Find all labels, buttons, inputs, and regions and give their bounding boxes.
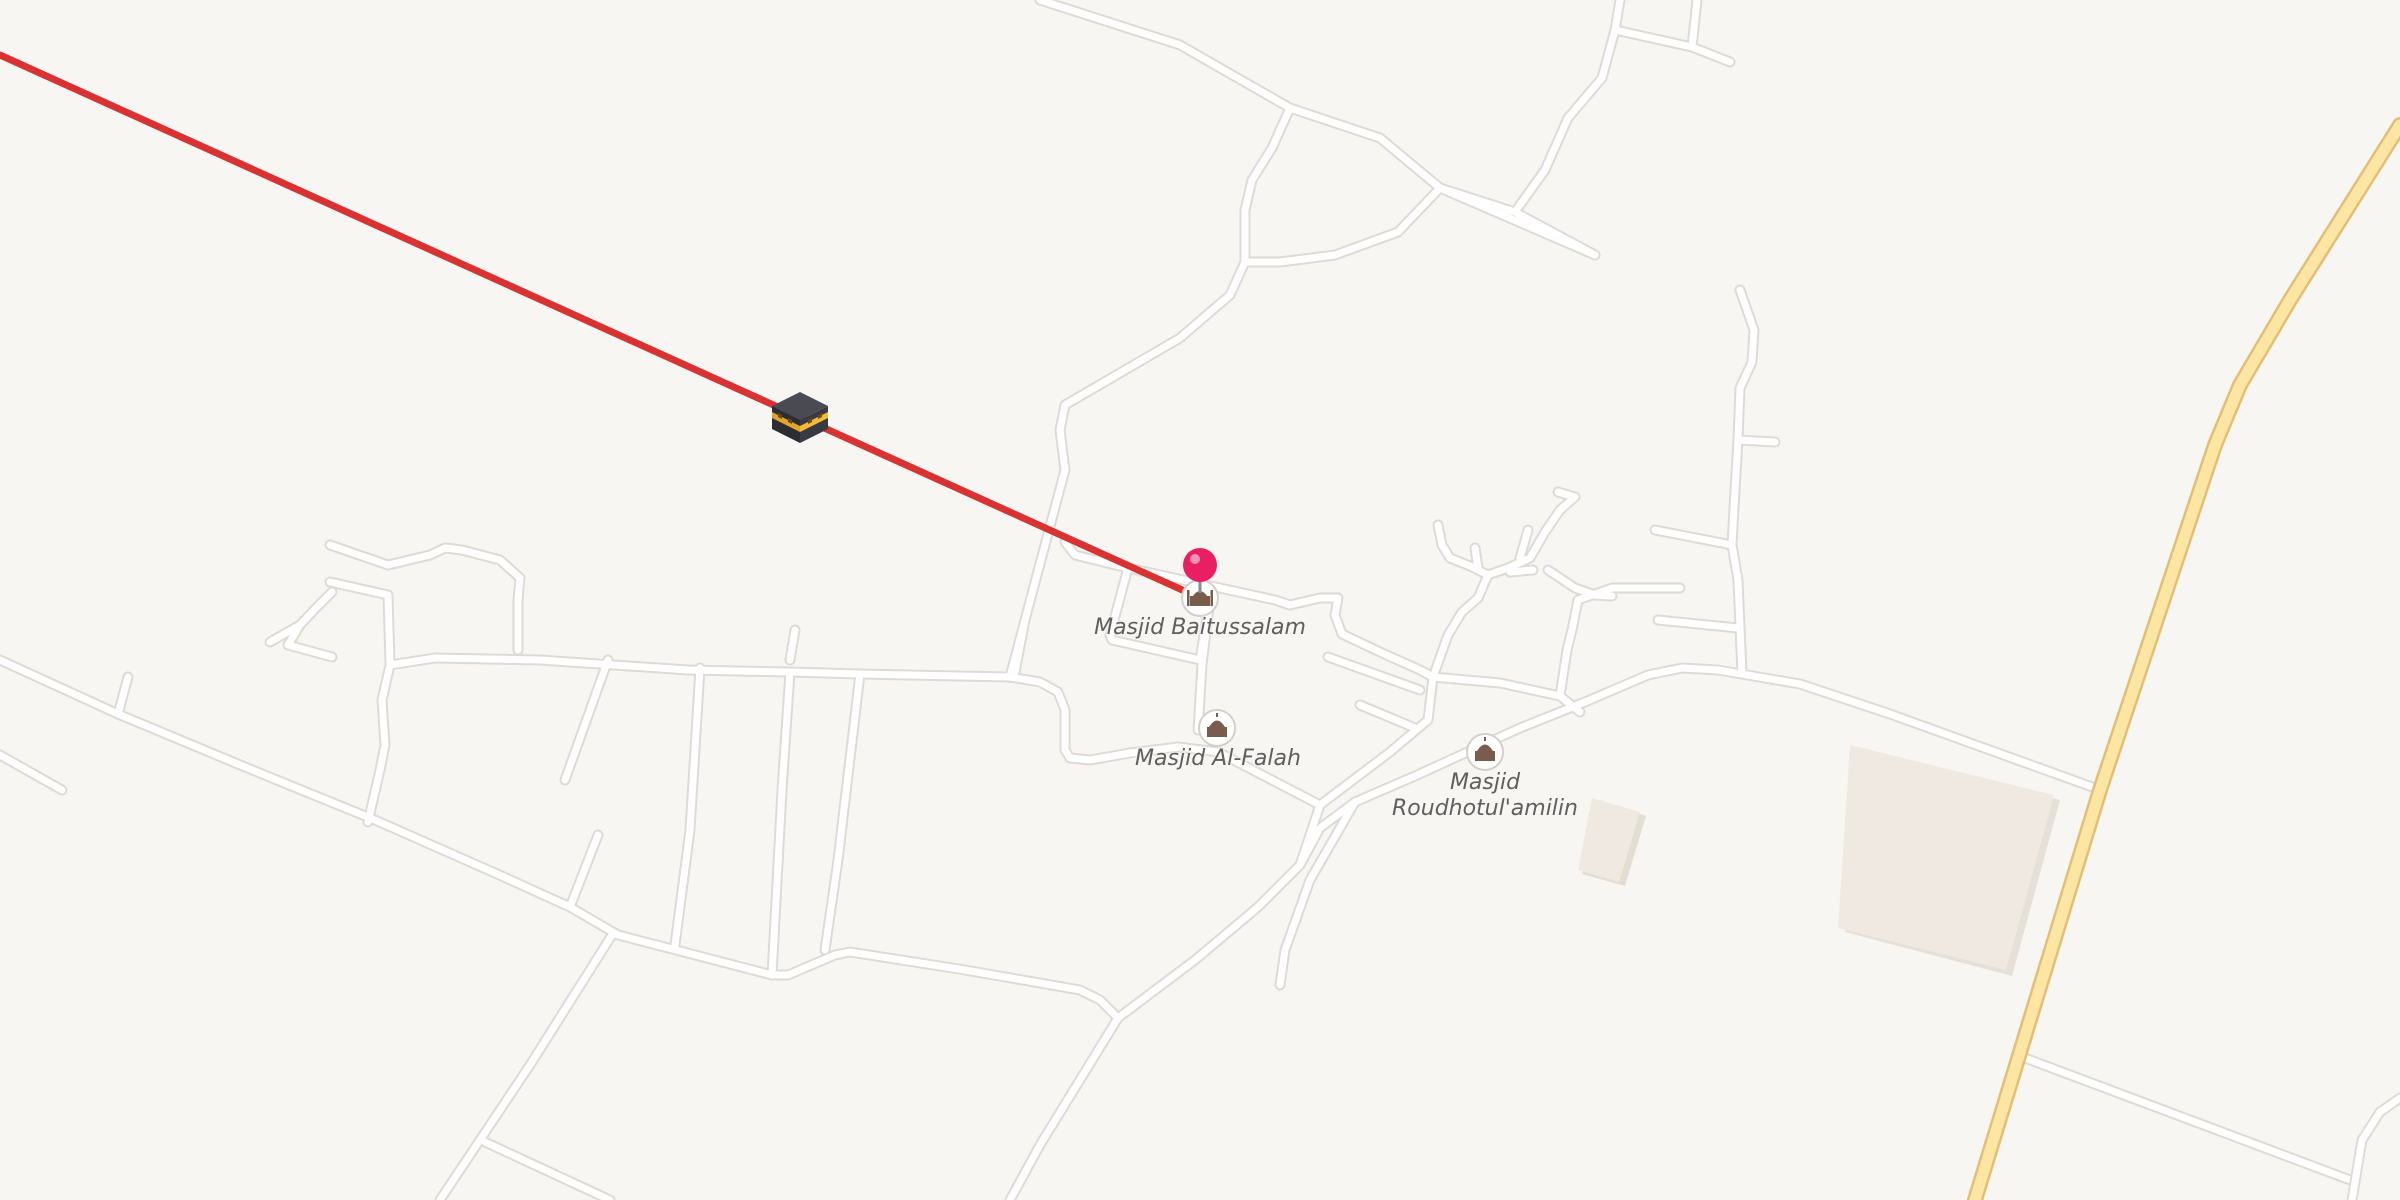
mosque-icon[interactable]	[1198, 709, 1236, 747]
mosque-icon[interactable]	[1466, 733, 1504, 771]
poi-label-masjid-al-falah[interactable]: Masjid Al-Falah	[1118, 746, 1318, 772]
poi-label-masjid-roudhotul-amilin[interactable]: Masjid Roudhotul'amilin	[1365, 770, 1605, 822]
poi-label-masjid-baitussalam[interactable]: Masjid Baitussalam	[1080, 615, 1320, 641]
map-canvas[interactable]	[0, 0, 2400, 1200]
